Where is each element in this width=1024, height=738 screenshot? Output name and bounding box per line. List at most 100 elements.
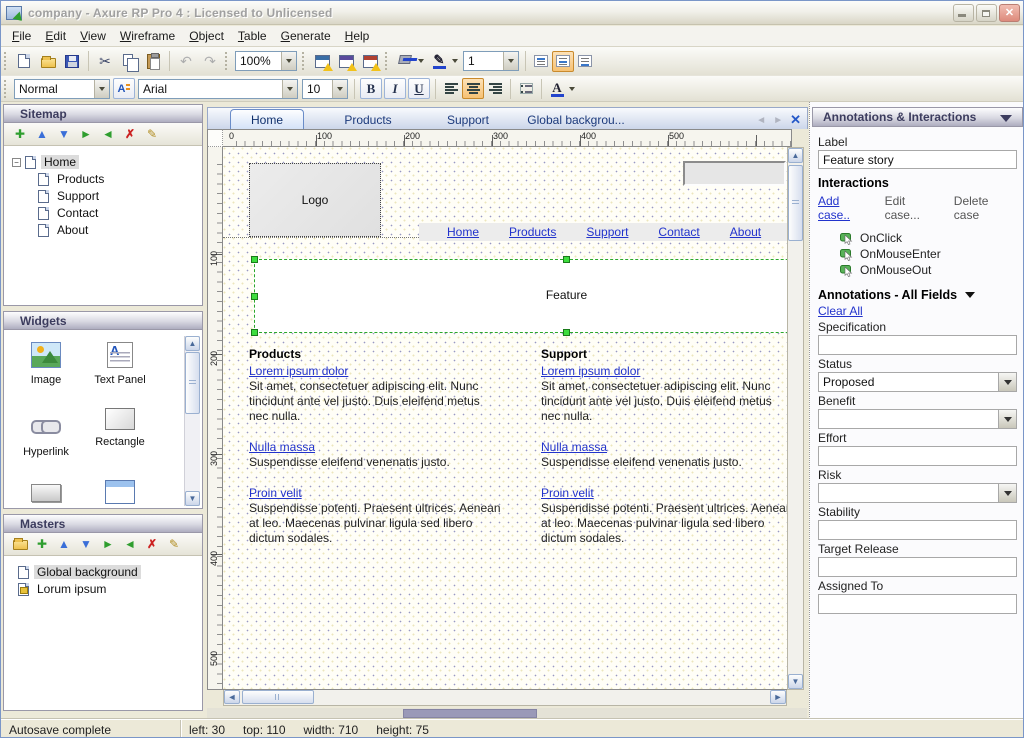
masters-panel-header[interactable]: Masters — [4, 515, 202, 533]
sitemap-item-contact[interactable]: Contact — [4, 205, 202, 221]
copy-button[interactable] — [117, 49, 141, 73]
scrollbar-thumb[interactable] — [242, 690, 314, 704]
scroll-up-button[interactable]: ▲ — [788, 148, 803, 163]
widget-image[interactable]: Image — [10, 342, 82, 386]
font-color-button[interactable]: A — [546, 78, 568, 99]
style-dropdown-button[interactable] — [94, 80, 109, 98]
logo-placeholder-widget[interactable]: Logo — [249, 163, 381, 237]
widgets-panel-header[interactable]: Widgets — [4, 312, 202, 330]
resize-handle-s[interactable] — [563, 329, 570, 336]
design-canvas[interactable]: Logo Home Products Support Contact About… — [223, 147, 787, 690]
font-dropdown-button[interactable] — [282, 80, 297, 98]
generate-word-button[interactable] — [334, 49, 358, 73]
toolbar-grip[interactable] — [302, 52, 307, 70]
pane-scrollbar[interactable] — [207, 708, 807, 719]
add-case-link[interactable]: Add case.. — [818, 194, 875, 222]
menu-edit[interactable]: Edit — [38, 27, 73, 45]
sitemap-item-products[interactable]: Products — [4, 171, 202, 187]
valign-bottom-button[interactable] — [574, 51, 596, 72]
indent-button[interactable]: ► — [78, 128, 94, 140]
scroll-down-button[interactable]: ▼ — [185, 491, 200, 506]
scroll-left-button[interactable]: ◄ — [224, 690, 240, 704]
scrollbar-thumb[interactable] — [788, 165, 803, 241]
sitemap-item-support[interactable]: Support — [4, 188, 202, 204]
delete-page-button[interactable]: ✗ — [122, 128, 138, 140]
close-tab-icon[interactable]: ✕ — [790, 112, 801, 128]
canvas-horizontal-scrollbar[interactable]: ◄ ► — [223, 690, 787, 706]
tab-home[interactable]: Home — [230, 109, 304, 129]
minimize-button[interactable] — [953, 4, 974, 22]
target-release-input[interactable] — [818, 557, 1017, 577]
sitemap-item-home[interactable]: − Home — [4, 154, 202, 170]
toolbar-grip[interactable] — [4, 52, 9, 70]
delete-master-button[interactable]: ✗ — [144, 538, 160, 550]
annotations-panel-header[interactable]: Annotations & Interactions — [812, 107, 1023, 127]
canvas-vertical-scrollbar[interactable]: ▲ ▼ — [787, 147, 804, 690]
resize-handle-nw[interactable] — [251, 256, 258, 263]
master-item-lorum-ipsum[interactable]: Lorum ipsum — [4, 581, 202, 597]
toolbar-grip[interactable] — [225, 52, 230, 70]
wireframe-link[interactable]: Proin velit — [249, 486, 501, 501]
restore-button[interactable] — [976, 4, 997, 22]
wireframe-link[interactable]: Proin velit — [541, 486, 787, 501]
valign-top-button[interactable] — [530, 51, 552, 72]
toolbar-grip[interactable] — [4, 80, 9, 98]
bold-button[interactable]: B — [360, 78, 382, 99]
risk-dropdown-button[interactable] — [998, 484, 1016, 502]
wireframe-link[interactable]: Lorem ipsum dolor — [249, 364, 501, 379]
label-input[interactable] — [818, 150, 1017, 169]
menu-object[interactable]: Object — [182, 27, 231, 45]
generate-html-button[interactable] — [310, 49, 334, 73]
move-up-button[interactable]: ▲ — [34, 128, 50, 140]
outdent-button[interactable]: ◄ — [122, 538, 138, 550]
font-color-dropdown[interactable] — [569, 87, 575, 91]
master-item-global-background[interactable]: Global background — [4, 564, 202, 580]
support-text-widget[interactable]: Support Lorem ipsum dolor Sit amet, cons… — [541, 347, 787, 562]
pane-scrollbar-thumb[interactable] — [403, 709, 537, 718]
nav-link-contact[interactable]: Contact — [658, 225, 699, 239]
scrollbar-thumb[interactable] — [185, 352, 200, 414]
add-page-button[interactable]: ✚ — [12, 128, 28, 140]
nav-link-support[interactable]: Support — [586, 225, 628, 239]
event-onclick[interactable]: OnClick — [840, 230, 1017, 246]
wireframe-link[interactable]: Lorem ipsum dolor — [541, 364, 787, 379]
scroll-up-button[interactable]: ▲ — [185, 336, 200, 351]
line-color-dropdown[interactable] — [452, 59, 458, 63]
widgets-scrollbar[interactable]: ▲ ▼ — [184, 336, 200, 506]
scroll-down-button[interactable]: ▼ — [788, 674, 803, 689]
menu-file[interactable]: File — [5, 27, 38, 45]
bullet-list-button[interactable] — [515, 78, 537, 99]
benefit-dropdown-button[interactable] — [998, 410, 1016, 428]
rename-master-button[interactable]: ✎ — [166, 538, 182, 550]
nav-link-about[interactable]: About — [730, 225, 761, 239]
clear-all-link[interactable]: Clear All — [818, 304, 863, 318]
sitemap-item-about[interactable]: About — [4, 222, 202, 238]
font-size-combobox[interactable]: 10 — [302, 79, 348, 99]
italic-button[interactable]: I — [384, 78, 406, 99]
menu-help[interactable]: Help — [338, 27, 377, 45]
menu-wireframe[interactable]: Wireframe — [113, 27, 182, 45]
move-down-button[interactable]: ▼ — [56, 128, 72, 140]
widget-button[interactable] — [10, 484, 82, 502]
new-folder-button[interactable] — [12, 536, 28, 552]
edit-case-link[interactable]: Edit case... — [885, 194, 944, 222]
fill-color-dropdown[interactable] — [418, 59, 424, 63]
widget-text-panel[interactable]: Text Panel — [84, 342, 156, 386]
feature-widget-selected[interactable]: Feature — [254, 259, 787, 333]
widget-rectangle[interactable]: Rectangle — [84, 408, 156, 448]
wireframe-link[interactable]: Nulla massa — [541, 440, 787, 455]
line-color-button[interactable]: ✎ — [427, 49, 451, 73]
toolbar-grip[interactable] — [385, 52, 390, 70]
generate-prototype-button[interactable] — [358, 49, 382, 73]
menu-table[interactable]: Table — [231, 27, 274, 45]
event-onmouseout[interactable]: OnMouseOut — [840, 262, 1017, 278]
open-button[interactable] — [36, 49, 60, 73]
products-text-widget[interactable]: Products Lorem ipsum dolor Sit amet, con… — [249, 347, 501, 562]
valign-middle-button[interactable] — [552, 51, 574, 72]
status-select[interactable]: Proposed — [818, 372, 1017, 392]
redo-button[interactable]: ↷ — [198, 49, 222, 73]
add-master-button[interactable]: ✚ — [34, 538, 50, 550]
nav-menu-widget[interactable]: Home Products Support Contact About — [419, 223, 787, 241]
save-button[interactable] — [60, 49, 84, 73]
widget-hyperlink[interactable]: Hyperlink — [10, 412, 82, 458]
